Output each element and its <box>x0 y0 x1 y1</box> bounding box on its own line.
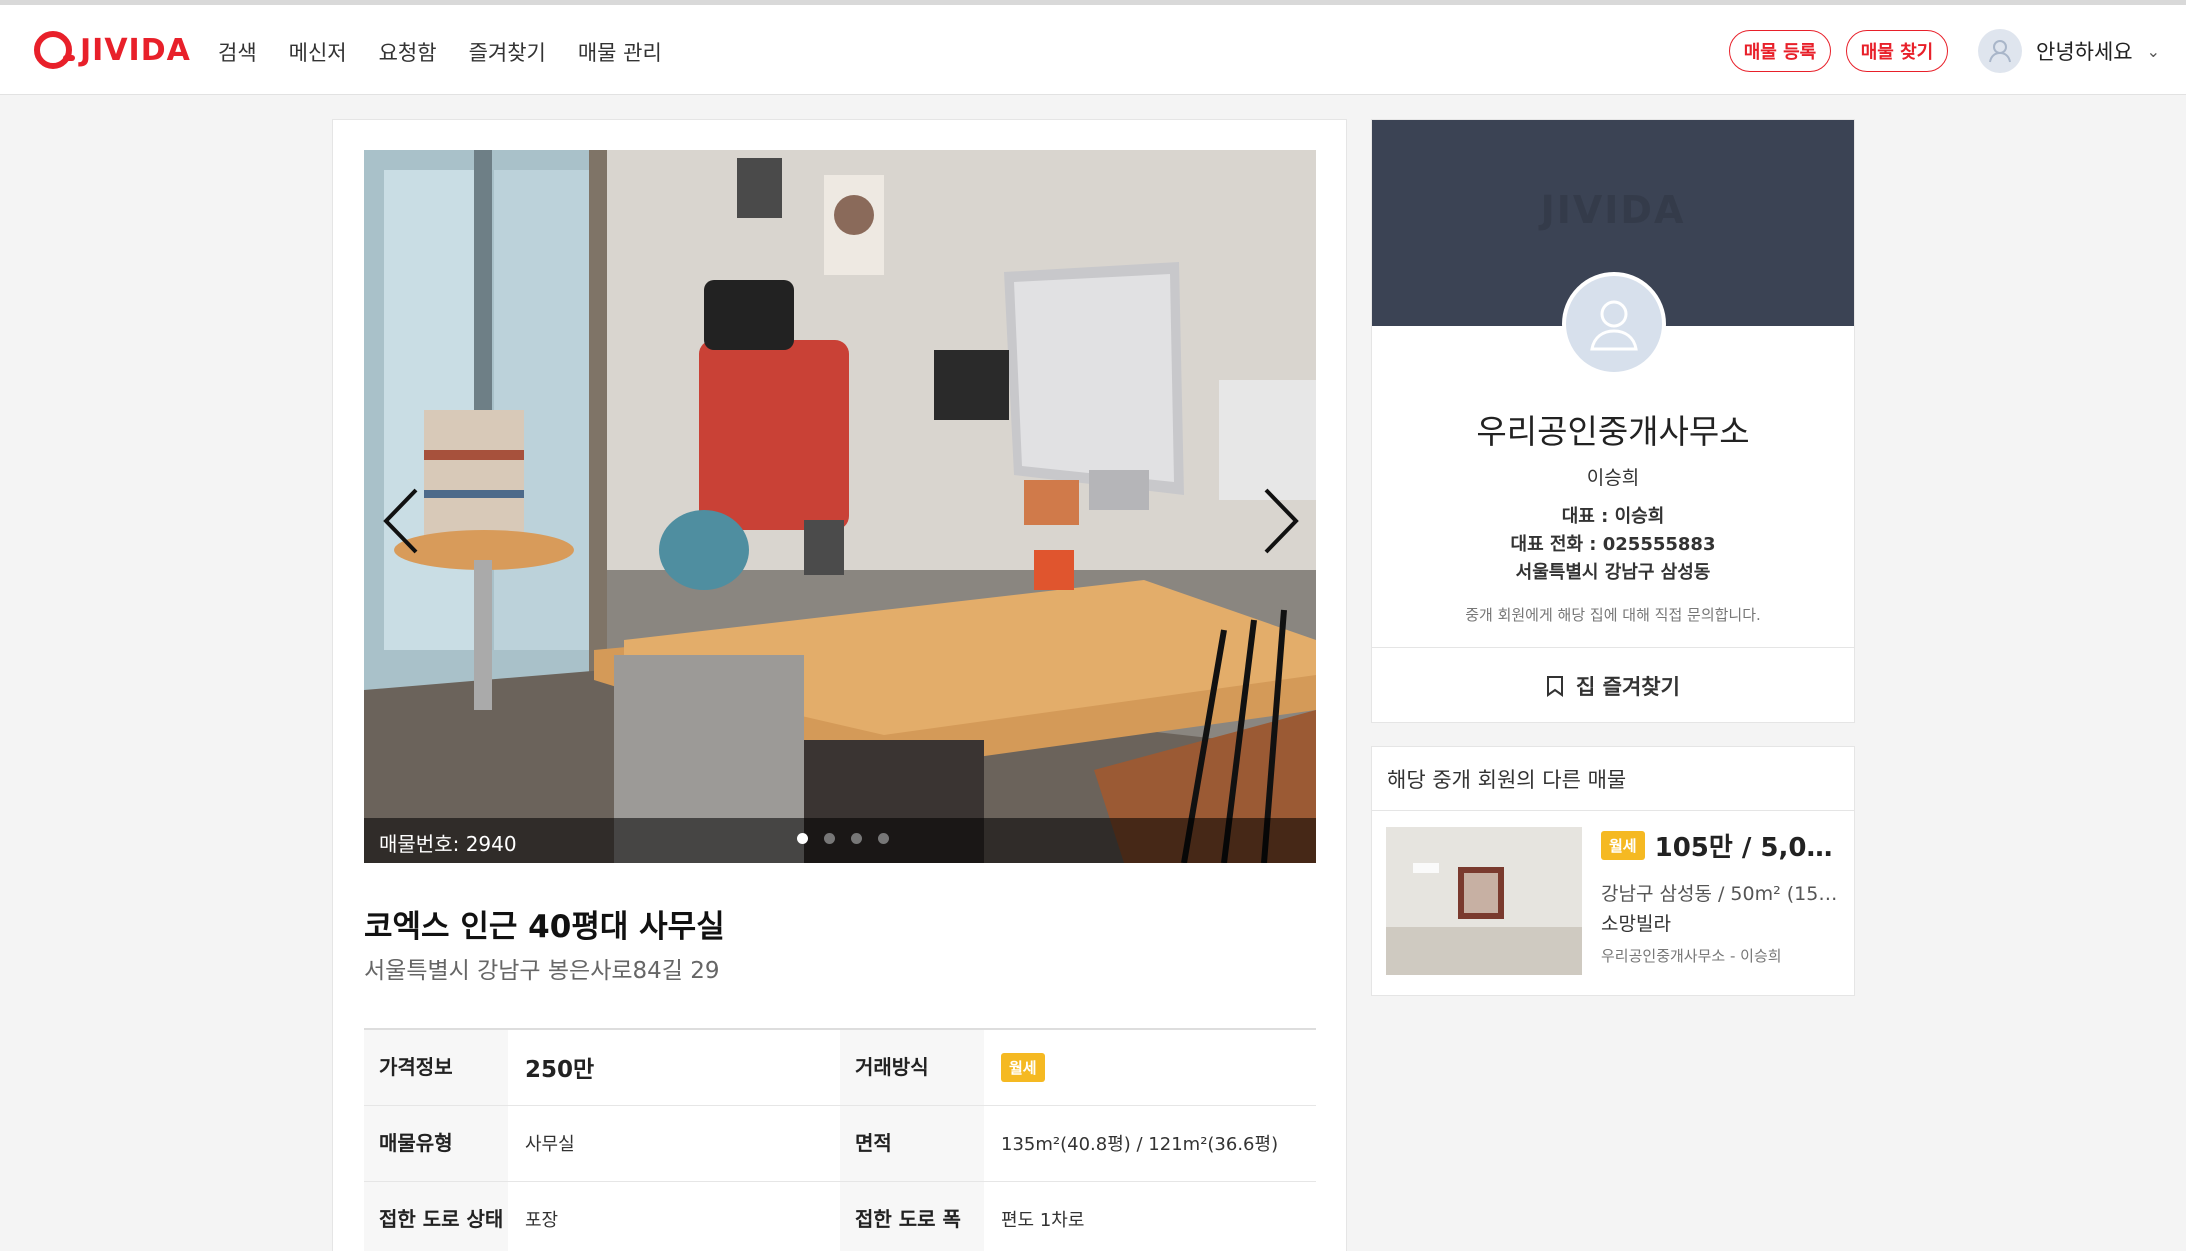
bookmark-icon <box>1547 675 1564 697</box>
other-listing-price-row: 월세 105만 / 5,000만 <box>1601 827 1841 864</box>
deal-type-cell: 월세 <box>984 1029 1316 1106</box>
other-listing-agency: 우리공인중개사무소 - 이승희 <box>1601 947 1782 965</box>
other-listing-name: 소망빌라 <box>1601 913 1671 935</box>
logo[interactable]: JIVIDA <box>34 27 191 73</box>
user-avatar-icon <box>1978 29 2022 73</box>
table-row: 매물유형 사무실 면적 135m²(40.8평) / 121m²(36.6평) <box>364 1105 1316 1182</box>
carousel-dot[interactable] <box>797 833 808 844</box>
price-label: 가격정보 <box>364 1029 508 1106</box>
carousel-dot[interactable] <box>824 833 835 844</box>
area-label: 면적 <box>840 1105 984 1182</box>
road-width-value: 편도 1차로 <box>984 1181 1316 1251</box>
listing-number: 매물번호: 2940 <box>379 832 517 856</box>
agent-avatar-icon <box>1562 272 1666 376</box>
nav-search[interactable]: 검색 <box>218 37 257 67</box>
road-width-label: 접한 도로 폭 <box>840 1181 984 1251</box>
property-type-label: 매물유형 <box>364 1105 508 1182</box>
listing-photo <box>364 150 1316 863</box>
deal-type-badge: 월세 <box>1001 1052 1045 1082</box>
listing-detail-panel: 매물번호: 2940 코엑스 인근 40평대 사무실 서울특별시 강남구 봉은사… <box>332 119 1347 1251</box>
table-row: 가격정보 250만 거래방식 월세 <box>364 1029 1316 1106</box>
other-listing-area: 강남구 삼성동 / 50m² (15.1평) <box>1601 883 1841 905</box>
table-row: 접한 도로 상태 포장 접한 도로 폭 편도 1차로 <box>364 1181 1316 1251</box>
listing-photo-carousel[interactable]: 매물번호: 2940 <box>364 150 1316 863</box>
other-listing-badge: 월세 <box>1601 831 1645 860</box>
listing-thumbnail <box>1386 827 1582 975</box>
listing-title: 코엑스 인근 40평대 사무실 <box>364 909 725 945</box>
user-greeting: 안녕하세요 <box>2036 40 2133 64</box>
road-state-label: 접한 도로 상태 <box>364 1181 508 1251</box>
other-listings-card: 해당 중개 회원의 다른 매물 월세 105만 / 5,000만 강남구 삼성동… <box>1371 746 1855 996</box>
photo-caption-bar: 매물번호: 2940 <box>364 818 1316 863</box>
nav-requests[interactable]: 요청함 <box>379 37 437 67</box>
price-value: 250만 <box>508 1029 840 1106</box>
agent-note: 중개 회원에게 해당 집에 대해 직접 문의합니다. <box>1465 606 1761 624</box>
carousel-dot[interactable] <box>851 833 862 844</box>
banner-watermark: JIVIDA <box>1540 188 1686 232</box>
listing-address: 서울특별시 강남구 봉은사로84길 29 <box>364 958 720 984</box>
nav-messenger[interactable]: 메신저 <box>289 37 347 67</box>
main-nav: 검색 메신저 요청함 즐겨찾기 매물 관리 <box>218 37 662 67</box>
user-menu[interactable]: 안녕하세요 ⌄ <box>1978 29 2160 73</box>
logo-mark-icon <box>34 31 75 69</box>
carousel-dot[interactable] <box>878 833 889 844</box>
nav-listing-management[interactable]: 매물 관리 <box>578 37 662 67</box>
area-value: 135m²(40.8평) / 121m²(36.6평) <box>984 1105 1316 1182</box>
favorite-house-button[interactable]: 집 즐겨찾기 <box>1372 647 1854 723</box>
listing-info-table: 가격정보 250만 거래방식 월세 매물유형 사무실 면적 135m²(40.8… <box>364 1028 1316 1251</box>
other-listing-price: 105만 / 5,000만 <box>1654 833 1841 863</box>
logo-text: JIVIDA <box>80 32 191 68</box>
carousel-prev-icon[interactable] <box>380 486 424 556</box>
agent-address: 서울특별시 강남구 삼성동 <box>1515 562 1711 583</box>
agency-name: 우리공인중개사무소 <box>1476 412 1750 451</box>
agent-representative: 대표 : 이승희 <box>1561 506 1665 527</box>
favorite-house-label: 집 즐겨찾기 <box>1576 674 1680 699</box>
agent-phone: 대표 전화 : 025555883 <box>1510 534 1716 555</box>
chevron-down-icon: ⌄ <box>2146 41 2161 61</box>
register-listing-button[interactable]: 매물 등록 <box>1729 30 1831 72</box>
find-listing-button[interactable]: 매물 찾기 <box>1846 30 1948 72</box>
property-type-value: 사무실 <box>508 1105 840 1182</box>
other-listings-heading: 해당 중개 회원의 다른 매물 <box>1372 747 1854 811</box>
top-header: JIVIDA 검색 메신저 요청함 즐겨찾기 매물 관리 매물 등록 매물 찾기… <box>0 5 2186 95</box>
road-state-value: 포장 <box>508 1181 840 1251</box>
nav-favorites[interactable]: 즐겨찾기 <box>469 37 546 67</box>
deal-type-label: 거래방식 <box>840 1029 984 1106</box>
carousel-dots <box>797 833 889 844</box>
list-item[interactable]: 월세 105만 / 5,000만 강남구 삼성동 / 50m² (15.1평) … <box>1386 827 1842 977</box>
carousel-next-icon[interactable] <box>1258 486 1302 556</box>
agent-name: 이승희 <box>1586 467 1640 489</box>
agent-card: JIVIDA 우리공인중개사무소 이승희 대표 : 이승희 대표 전화 : 02… <box>1371 119 1855 723</box>
